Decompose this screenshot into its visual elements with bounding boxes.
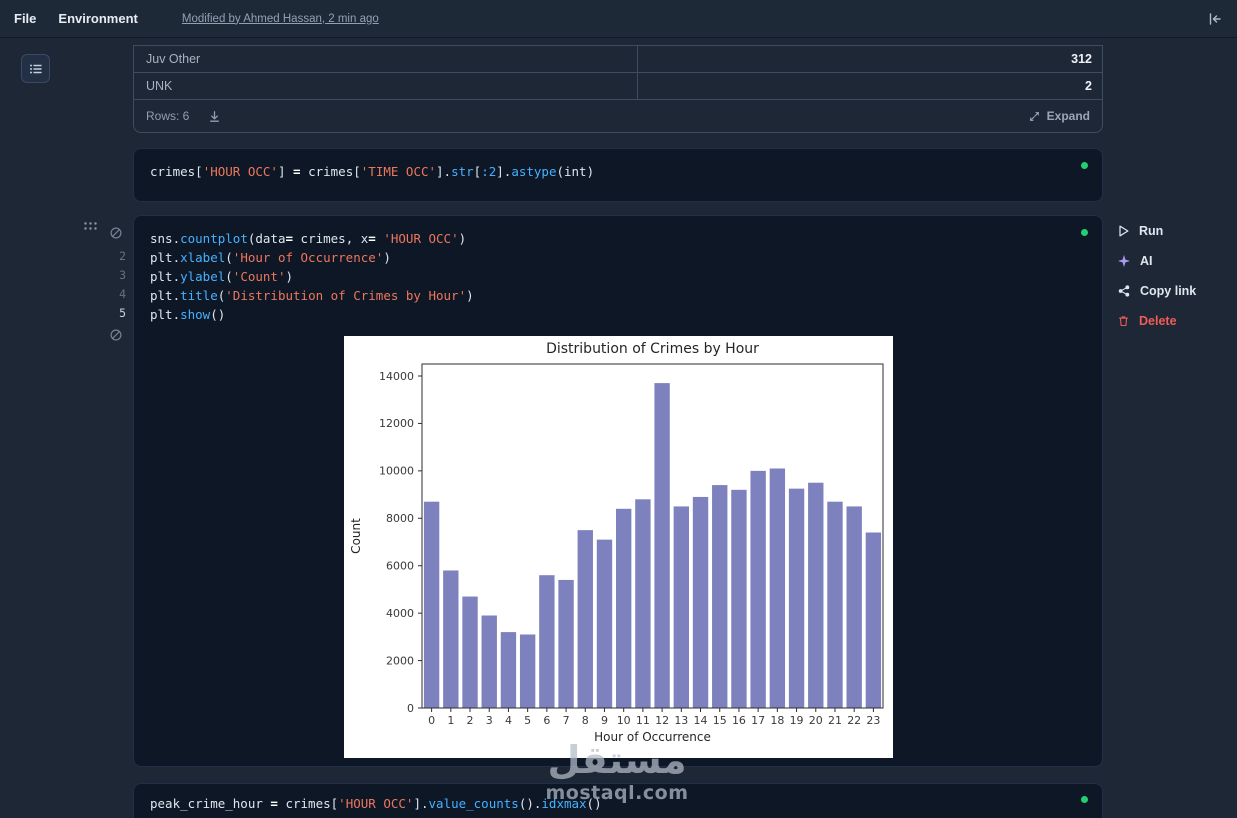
svg-text:4000: 4000 — [386, 607, 414, 620]
table-footer: Rows: 6 Expand — [134, 100, 1102, 132]
svg-text:3: 3 — [485, 714, 492, 727]
menu-file[interactable]: File — [14, 11, 36, 26]
svg-text:12: 12 — [655, 714, 669, 727]
menu-environment[interactable]: Environment — [58, 11, 137, 26]
svg-text:0: 0 — [407, 702, 414, 715]
svg-text:13: 13 — [674, 714, 688, 727]
svg-text:14000: 14000 — [379, 370, 414, 383]
svg-text:Distribution of Crimes by Hour: Distribution of Crimes by Hour — [546, 341, 759, 357]
delete-button[interactable]: Delete — [1117, 312, 1196, 329]
code-line[interactable]: plt.ylabel('Count') — [150, 267, 1042, 286]
trash-icon — [1117, 314, 1130, 328]
run-icon — [1117, 224, 1130, 238]
expand-label: Expand — [1046, 109, 1090, 123]
line-numbers: 2 3 4 5 — [119, 249, 126, 320]
modified-link[interactable]: Modified by Ahmed Hassan, 2 min ago — [182, 13, 379, 25]
collapse-panel-icon[interactable] — [1207, 11, 1223, 27]
status-indicator — [1081, 162, 1088, 169]
svg-text:9: 9 — [600, 714, 607, 727]
svg-text:Hour of Occurrence: Hour of Occurrence — [594, 730, 711, 744]
status-indicator — [1081, 229, 1088, 236]
dataframe-preview: Juv Other 312 UNK 2 Rows: 6 Expand — [133, 45, 1103, 133]
share-icon — [1117, 284, 1131, 298]
svg-text:19: 19 — [789, 714, 803, 727]
expand-icon — [1028, 110, 1041, 123]
svg-text:14: 14 — [693, 714, 707, 727]
toc-button[interactable] — [21, 54, 50, 83]
row-label: Juv Other — [134, 46, 638, 72]
hide-output-icon[interactable] — [109, 328, 123, 342]
topbar: File Environment Modified by Ahmed Hassa… — [0, 0, 1237, 38]
code-editor[interactable]: sns.countplot(data= crimes, x= 'HOUR OCC… — [134, 216, 1102, 334]
code-line[interactable]: plt.title('Distribution of Crimes by Hou… — [150, 286, 1042, 305]
rows-count: Rows: 6 — [146, 109, 190, 123]
svg-text:5: 5 — [524, 714, 531, 727]
svg-text:2: 2 — [466, 714, 473, 727]
sparkle-icon — [1117, 254, 1131, 268]
svg-text:8000: 8000 — [386, 512, 414, 525]
code-line[interactable]: peak_crime_hour = crimes['HOUR OCC'].val… — [150, 794, 1042, 813]
code-cell-hour-extract: crimes['HOUR OCC'] = crimes['TIME OCC'].… — [133, 148, 1103, 202]
svg-text:17: 17 — [751, 714, 765, 727]
drag-handle-icon[interactable] — [83, 221, 98, 231]
hide-input-icon[interactable] — [109, 226, 123, 240]
svg-text:4: 4 — [504, 714, 511, 727]
code-line[interactable]: sns.countplot(data= crimes, x= 'HOUR OCC… — [150, 229, 1042, 248]
chart-output: 0 2000 4000 6000 8000 10000 12000 14000 0 1 2 3 4 5 6 7… — [343, 336, 893, 758]
code-editor[interactable]: crimes['HOUR OCC'] = crimes['TIME OCC'].… — [134, 149, 1102, 191]
svg-text:16: 16 — [731, 714, 745, 727]
svg-text:Count: Count — [349, 518, 363, 554]
copy-link-button[interactable]: Copy link — [1117, 282, 1196, 299]
code-editor[interactable]: peak_crime_hour = crimes['HOUR OCC'].val… — [134, 784, 1102, 818]
svg-text:21: 21 — [827, 714, 841, 727]
cell-actions-panel: Run AI Copy link Delete — [1117, 222, 1196, 329]
code-cell-peak-hour: peak_crime_hour = crimes['HOUR OCC'].val… — [133, 783, 1103, 818]
notebook-app: File Environment Modified by Ahmed Hassa… — [0, 0, 1237, 818]
expand-button[interactable]: Expand — [1028, 109, 1090, 123]
ai-button[interactable]: AI — [1117, 252, 1196, 269]
cell-output: 0 2000 4000 6000 8000 10000 12000 14000 0 1 2 3 4 5 6 7… — [134, 334, 1102, 766]
list-icon — [28, 61, 44, 77]
download-icon[interactable] — [207, 109, 222, 124]
svg-text:20: 20 — [808, 714, 822, 727]
row-value: 312 — [1071, 52, 1092, 66]
svg-text:23: 23 — [866, 714, 880, 727]
svg-text:12000: 12000 — [379, 417, 414, 430]
code-line[interactable]: crimes['HOUR OCC'] = crimes['TIME OCC'].… — [150, 162, 1042, 181]
code-cell-countplot: sns.countplot(data= crimes, x= 'HOUR OCC… — [133, 215, 1103, 767]
row-value: 2 — [1085, 79, 1092, 93]
row-label: UNK — [134, 73, 638, 99]
svg-text:6000: 6000 — [386, 560, 414, 573]
svg-text:6: 6 — [543, 714, 550, 727]
svg-text:18: 18 — [770, 714, 784, 727]
svg-text:11: 11 — [635, 714, 649, 727]
svg-text:10000: 10000 — [379, 465, 414, 478]
svg-text:10: 10 — [616, 714, 630, 727]
svg-text:2000: 2000 — [386, 654, 414, 667]
code-line[interactable]: plt.xlabel('Hour of Occurrence') — [150, 248, 1042, 267]
svg-text:7: 7 — [562, 714, 569, 727]
run-button[interactable]: Run — [1117, 222, 1196, 239]
code-line[interactable]: plt.show() — [150, 305, 1042, 324]
status-indicator — [1081, 796, 1088, 803]
svg-text:0: 0 — [428, 714, 435, 727]
svg-text:1: 1 — [447, 714, 454, 727]
table-row: UNK 2 — [134, 73, 1102, 100]
svg-text:15: 15 — [712, 714, 726, 727]
svg-text:22: 22 — [847, 714, 861, 727]
svg-text:8: 8 — [581, 714, 588, 727]
table-row: Juv Other 312 — [134, 46, 1102, 73]
